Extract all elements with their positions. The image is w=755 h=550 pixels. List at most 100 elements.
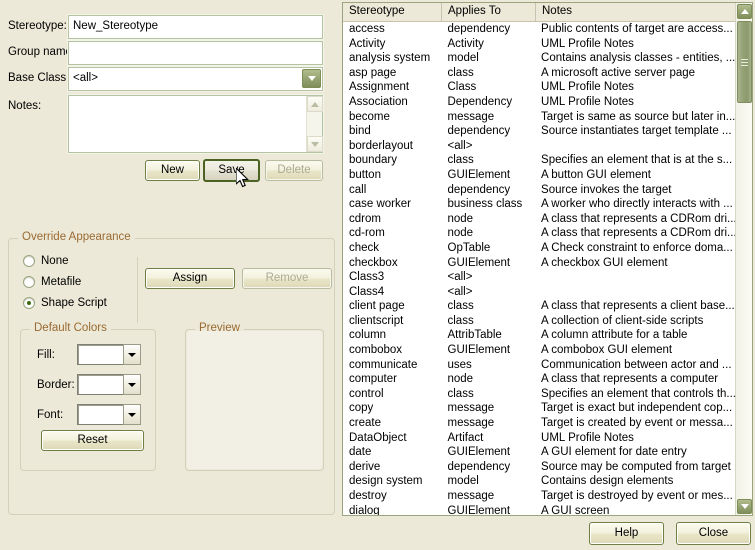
table-row[interactable]: AssignmentClassUML Profile Notes [343, 80, 735, 95]
table-cell: class [442, 387, 536, 402]
radio-shape-script[interactable]: Shape Script [23, 297, 107, 309]
notes-scroll-up-button[interactable] [307, 96, 323, 112]
list-scroll-up-button[interactable] [737, 4, 752, 19]
column-header-stereotype[interactable]: Stereotype [343, 3, 442, 21]
table-cell: Artifact [442, 431, 536, 446]
table-row[interactable]: dialogGUIElementA GUI screen [343, 504, 735, 515]
help-button[interactable]: Help [589, 522, 664, 545]
column-header-notes[interactable]: Notes [536, 3, 737, 21]
table-cell: cd-rom [343, 226, 442, 241]
table-row[interactable]: Class4<all> [343, 285, 735, 300]
table-cell: Class4 [343, 285, 442, 300]
table-row[interactable]: columnAttribTableA column attribute for … [343, 328, 735, 343]
table-row[interactable]: destroymessageTarget is destroyed by eve… [343, 489, 735, 504]
table-row[interactable]: borderlayout<all> [343, 139, 735, 154]
group-name-input[interactable] [68, 41, 323, 65]
reset-button[interactable]: Reset [41, 430, 144, 451]
border-color-swatch-wrap [77, 374, 123, 395]
table-row[interactable]: becomemessageTarget is same as source bu… [343, 110, 735, 125]
table-cell: Assignment [343, 80, 442, 95]
table-cell: Class [442, 80, 536, 95]
table-row[interactable]: createmessageTarget is created by event … [343, 416, 735, 431]
table-row[interactable]: binddependencySource instantiates target… [343, 124, 735, 139]
table-row[interactable]: computernodeA class that represents a co… [343, 372, 735, 387]
table-cell: class [442, 314, 536, 329]
table-row[interactable]: case workerbusiness classA worker who di… [343, 197, 735, 212]
table-row[interactable]: buttonGUIElementA button GUI element [343, 168, 735, 183]
remove-button[interactable]: Remove [242, 268, 332, 289]
chevron-up-icon [741, 9, 749, 14]
save-button[interactable]: Save [203, 159, 260, 182]
assign-button[interactable]: Assign [145, 268, 235, 289]
list-body[interactable]: accessdependencyPublic contents of targe… [343, 22, 735, 515]
table-row[interactable]: comboboxGUIElementA combobox GUI element [343, 343, 735, 358]
list-scroll-down-button[interactable] [737, 499, 752, 514]
table-cell: dependency [442, 124, 536, 139]
default-colors-title: Default Colors [30, 322, 111, 334]
radio-none[interactable]: None [23, 255, 69, 267]
table-row[interactable]: design systemmodelContains design elemen… [343, 474, 735, 489]
table-row[interactable]: cd-romnodeA class that represents a CDRo… [343, 226, 735, 241]
notes-textarea[interactable] [68, 95, 323, 153]
table-cell: UML Profile Notes [535, 37, 735, 52]
list-scrollbar-thumb[interactable] [737, 21, 752, 103]
fill-color-dropdown-button[interactable] [123, 344, 141, 365]
table-row[interactable]: AssociationDependencyUML Profile Notes [343, 95, 735, 110]
border-color-picker[interactable] [77, 374, 141, 395]
list-scrollbar[interactable] [735, 3, 752, 515]
base-class-combo[interactable]: <all> [68, 67, 323, 91]
table-row[interactable]: checkOpTableA Check constraint to enforc… [343, 241, 735, 256]
fill-color-picker[interactable] [77, 344, 141, 365]
table-row[interactable]: derivedependencySource may be computed f… [343, 460, 735, 475]
delete-button[interactable]: Delete [265, 160, 323, 181]
chevron-down-icon [741, 504, 749, 509]
table-row[interactable]: copymessageTarget is exact but independe… [343, 401, 735, 416]
table-cell: model [442, 51, 536, 66]
stereotype-list[interactable]: Stereotype Applies To Notes accessdepend… [342, 2, 753, 516]
table-cell: Activity [442, 37, 536, 52]
radio-metafile[interactable]: Metafile [23, 276, 81, 288]
table-row[interactable]: dateGUIElementA GUI element for date ent… [343, 445, 735, 460]
table-row[interactable]: calldependencySource invokes the target [343, 183, 735, 198]
notes-scrollbar[interactable] [306, 96, 322, 152]
table-row[interactable]: accessdependencyPublic contents of targe… [343, 22, 735, 37]
table-row[interactable]: DataObjectArtifactUML Profile Notes [343, 431, 735, 446]
border-color-dropdown-button[interactable] [123, 374, 141, 395]
table-cell: cdrom [343, 212, 442, 227]
table-row[interactable]: controlclassSpecifies an element that co… [343, 387, 735, 402]
table-cell: class [442, 66, 536, 81]
new-button[interactable]: New [145, 160, 200, 181]
divider [137, 257, 138, 323]
table-cell: Source may be computed from target [535, 460, 735, 475]
table-row[interactable]: asp pageclassA microsoft active server p… [343, 66, 735, 81]
table-row[interactable]: clientscriptclassA collection of client-… [343, 314, 735, 329]
table-row[interactable]: boundaryclassSpecifies an element that i… [343, 153, 735, 168]
chevron-down-icon [311, 142, 319, 147]
table-row[interactable]: analysis systemmodelContains analysis cl… [343, 51, 735, 66]
column-header-applies-to[interactable]: Applies To [442, 3, 536, 21]
table-cell: computer [343, 372, 442, 387]
stereotype-input[interactable]: New_Stereotype [68, 15, 323, 39]
table-cell: A class that represents a computer [535, 372, 735, 387]
base-class-value: <all> [73, 72, 98, 84]
chevron-down-icon [308, 76, 316, 81]
table-cell: dependency [442, 22, 536, 37]
table-row[interactable]: checkboxGUIElementA checkbox GUI element [343, 256, 735, 271]
table-cell: <all> [442, 270, 536, 285]
notes-label: Notes: [8, 100, 41, 112]
table-cell: Dependency [442, 95, 536, 110]
table-row[interactable]: cdromnodeA class that represents a CDRom… [343, 212, 735, 227]
table-row[interactable]: client pageclassA class that represents … [343, 299, 735, 314]
table-cell [535, 285, 735, 300]
base-class-dropdown-button[interactable] [302, 69, 321, 88]
table-cell: become [343, 110, 442, 125]
notes-scroll-down-button[interactable] [307, 136, 323, 152]
table-row[interactable]: ActivityActivityUML Profile Notes [343, 37, 735, 52]
close-button[interactable]: Close [676, 522, 751, 545]
table-cell: A GUI element for date entry [535, 445, 735, 460]
table-cell: A class that represents a CDRom dri... [535, 226, 735, 241]
font-color-dropdown-button[interactable] [123, 404, 141, 425]
table-row[interactable]: communicateusesCommunication between act… [343, 358, 735, 373]
table-row[interactable]: Class3<all> [343, 270, 735, 285]
font-color-picker[interactable] [77, 404, 141, 425]
